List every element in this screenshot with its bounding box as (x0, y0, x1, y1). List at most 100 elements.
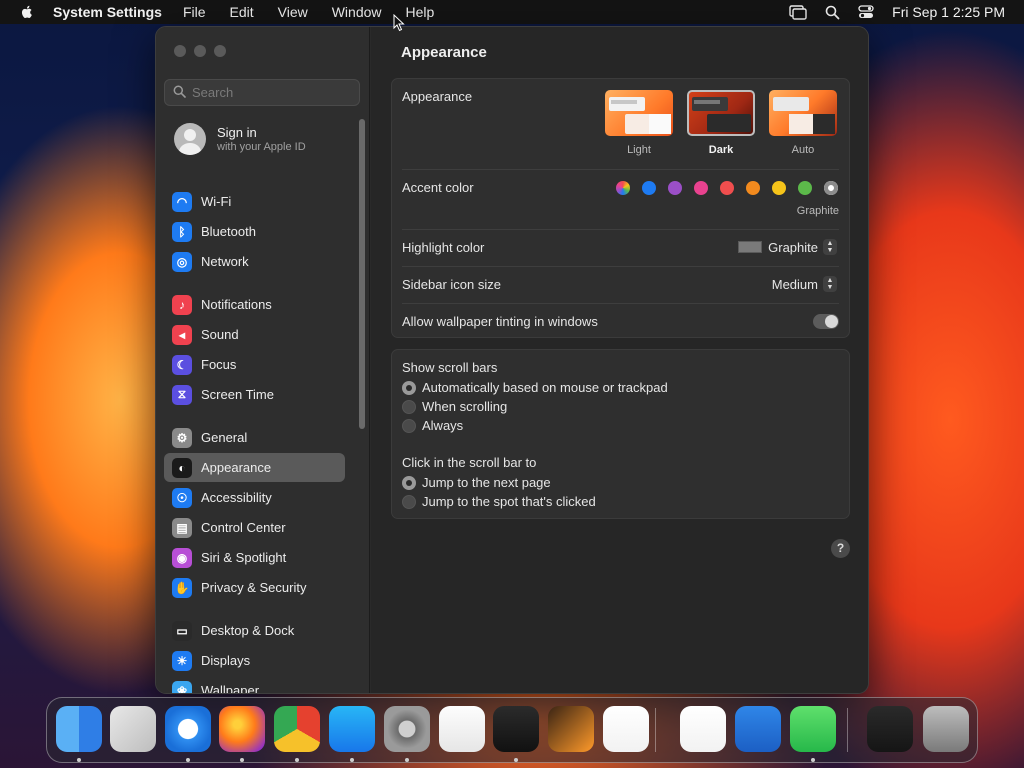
accent-swatch-4[interactable] (720, 181, 734, 195)
scroll-auto-radio[interactable]: Automatically based on mouse or trackpad (402, 380, 668, 395)
apple-id-signin[interactable]: Sign in with your Apple ID (174, 123, 306, 155)
dock-messages-icon[interactable] (790, 706, 836, 752)
search-field[interactable] (164, 79, 360, 106)
search-input[interactable] (192, 85, 352, 100)
sidebar-item-wallpaper[interactable]: ❀ Wallpaper (164, 676, 345, 693)
show-scroll-bars-label: Show scroll bars (402, 360, 498, 375)
appearance-auto-caption: Auto (791, 144, 815, 156)
accent-swatch-multicolor[interactable] (616, 181, 630, 195)
jump-to-spot-label: Jump to the spot that's clicked (422, 494, 596, 509)
dock-chrome-icon[interactable] (274, 706, 320, 752)
appearance-label: Appearance (402, 89, 473, 104)
dock-launchpad-icon[interactable] (110, 706, 156, 752)
accent-swatch-5[interactable] (746, 181, 760, 195)
wallpaper-tinting-label: Allow wallpaper tinting in windows (402, 314, 598, 329)
scroll-always-radio[interactable]: Always (402, 418, 463, 433)
accent-swatch-3[interactable] (694, 181, 708, 195)
control-center-menu-icon[interactable] (858, 5, 874, 19)
dock-garageband-icon[interactable] (548, 706, 594, 752)
dock-app-store-icon[interactable] (329, 706, 375, 752)
control-center-icon: ▤ (172, 517, 192, 538)
sidebar-item-general[interactable]: ⚙ General (164, 423, 345, 452)
sidebar-item-network[interactable]: ◎ Network (164, 247, 345, 276)
dock-trash-icon[interactable] (923, 706, 969, 752)
app-name-menu[interactable]: System Settings (53, 4, 162, 20)
accent-swatch-1[interactable] (642, 181, 656, 195)
sidebar-item-label: Displays (201, 653, 251, 668)
sidebar-item-sound[interactable]: ◂ Sound (164, 320, 345, 349)
sidebar-item-bluetooth[interactable]: ᛒ Bluetooth (164, 217, 345, 246)
dock-running-indicator (186, 758, 190, 762)
sidebar-item-siri-spotlight[interactable]: ◉ Siri & Spotlight (164, 543, 345, 572)
menu-window[interactable]: Window (332, 4, 382, 20)
dock-weather-icon[interactable] (735, 706, 781, 752)
apple-menu-icon[interactable] (19, 4, 35, 20)
sidebar-scrollbar[interactable] (359, 119, 365, 429)
globe-icon: ◎ (172, 251, 192, 272)
chevron-updown-icon: ▲ ▼ (823, 239, 837, 255)
sidebar-item-displays[interactable]: ☀ Displays (164, 646, 345, 675)
sidebar-item-appearance[interactable]: ◐ Appearance (164, 453, 345, 482)
accent-swatch-8[interactable] (824, 181, 838, 195)
sidebar-item-desktop-dock[interactable]: ▭ Desktop & Dock (164, 616, 345, 645)
sidebar-item-accessibility[interactable]: ☉ Accessibility (164, 483, 345, 512)
jump-to-spot-radio[interactable]: Jump to the spot that's clicked (402, 494, 596, 509)
zoom-button[interactable] (214, 45, 226, 57)
dock-firefox-icon[interactable] (219, 706, 265, 752)
screen-mirroring-icon[interactable] (789, 4, 807, 20)
minimize-button[interactable] (194, 45, 206, 57)
close-button[interactable] (174, 45, 186, 57)
sidebar-item-screen-time[interactable]: ⧖ Screen Time (164, 380, 345, 409)
menubar-clock[interactable]: Fri Sep 1 2:25 PM (892, 4, 1005, 20)
sidebar-item-privacy-security[interactable]: ✋ Privacy & Security (164, 573, 345, 602)
sidebar-item-notifications[interactable]: ♪ Notifications (164, 290, 345, 319)
sidebar-item-control-center[interactable]: ▤ Control Center (164, 513, 345, 542)
accent-swatch-2[interactable] (668, 181, 682, 195)
highlight-color-popup[interactable]: Graphite ▲ ▼ (738, 239, 837, 255)
wallpaper-tinting-toggle[interactable] (813, 314, 839, 329)
signin-subtitle: with your Apple ID (217, 141, 306, 153)
siri-icon: ◉ (172, 547, 192, 568)
scroll-bars-group: Show scroll bars Automatically based on … (391, 349, 850, 519)
hourglass-icon: ⧖ (172, 384, 192, 405)
bluetooth-icon: ᛒ (172, 221, 192, 242)
page-title: Appearance (401, 44, 487, 61)
appearance-auto-option[interactable] (769, 90, 837, 136)
scroll-when-scrolling-radio[interactable]: When scrolling (402, 399, 507, 414)
dock-running-indicator (405, 758, 409, 762)
dock-textedit-icon[interactable] (439, 706, 485, 752)
help-button[interactable]: ? (831, 539, 850, 558)
accent-swatch-6[interactable] (772, 181, 786, 195)
settings-pane: Appearance Appearance Light Dark Auto Ac… (371, 27, 868, 693)
dock-running-indicator (350, 758, 354, 762)
dock-preview-icon[interactable] (867, 706, 913, 752)
appearance-dark-caption: Dark (708, 144, 734, 156)
appearance-dark-option[interactable] (687, 90, 755, 136)
menu-help[interactable]: Help (406, 4, 435, 20)
dock-safari-icon[interactable] (165, 706, 211, 752)
dock-running-indicator (811, 758, 815, 762)
sidebar-icon-size-popup[interactable]: Medium ▲ ▼ (772, 276, 837, 292)
dock-finder-icon[interactable] (56, 706, 102, 752)
dock-visual-studio-icon[interactable] (680, 706, 726, 752)
scroll-always-label: Always (422, 418, 464, 433)
sidebar-item-label: Accessibility (201, 490, 272, 505)
signin-title: Sign in (217, 125, 257, 140)
menu-view[interactable]: View (278, 4, 308, 20)
dock-icon: ▭ (172, 620, 192, 641)
appearance-light-option[interactable] (605, 90, 673, 136)
sidebar-item-focus[interactable]: ☾ Focus (164, 350, 345, 379)
jump-next-page-radio[interactable]: Jump to the next page (402, 475, 551, 490)
menu-file[interactable]: File (183, 4, 206, 20)
accessibility-icon: ☉ (172, 487, 192, 508)
accent-swatch-7[interactable] (798, 181, 812, 195)
spotlight-search-icon[interactable] (825, 5, 840, 20)
divider (402, 169, 839, 170)
dock-terminal-icon[interactable] (493, 706, 539, 752)
sidebar-item-wi-fi[interactable]: ◠ Wi-Fi (164, 187, 345, 216)
dock-vscode-icon[interactable] (603, 706, 649, 752)
dock-system-settings-icon[interactable] (384, 706, 430, 752)
sun-icon: ☀ (172, 650, 192, 671)
menu-edit[interactable]: Edit (230, 4, 254, 20)
appearance-group: Appearance Light Dark Auto Accent color … (391, 78, 850, 338)
